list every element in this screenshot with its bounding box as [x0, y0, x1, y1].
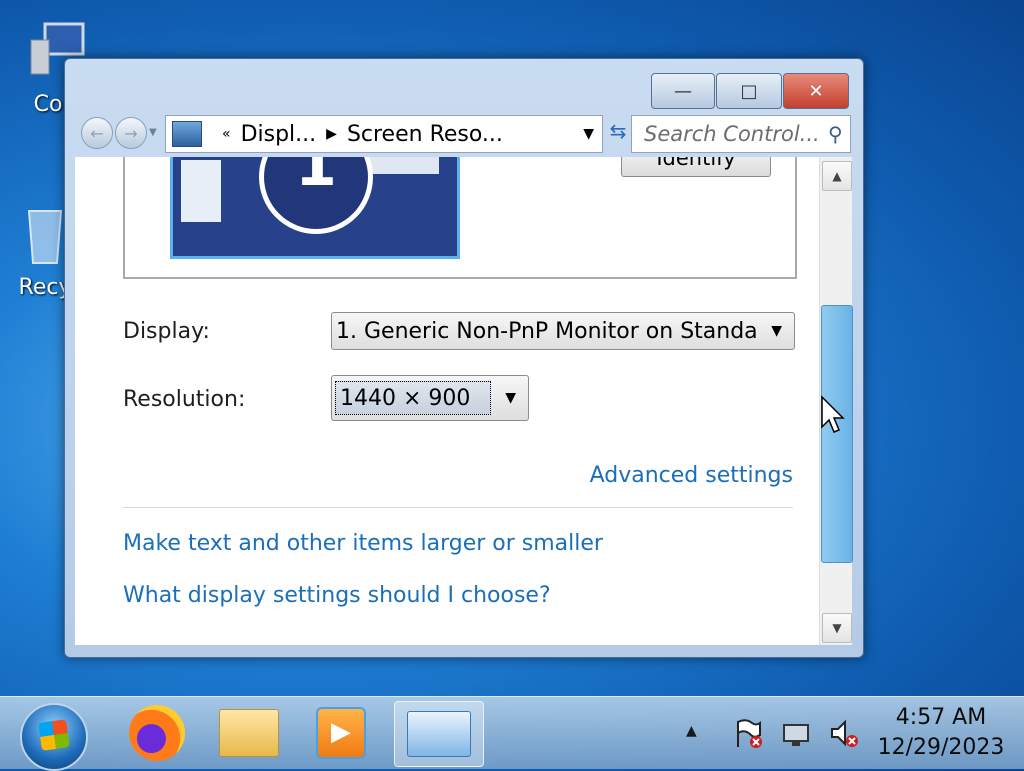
monitor-window-thumbnail	[369, 157, 439, 174]
search-input[interactable]	[642, 121, 826, 147]
forward-arrow-icon: →	[124, 123, 138, 143]
taskbar-windows-explorer[interactable]	[206, 701, 292, 765]
chevron-down-icon: ▼	[505, 390, 516, 406]
refresh-icon[interactable]: ⇆	[605, 119, 631, 145]
content-pane: 1 Identify Display: 1. Generic Non-PnP M…	[75, 157, 819, 645]
search-box[interactable]: ⚲	[631, 115, 851, 153]
firefox-icon	[129, 705, 185, 761]
windows-logo-icon	[38, 719, 70, 751]
show-hidden-icons-button[interactable]: ▲	[686, 723, 697, 739]
advanced-settings-link[interactable]: Advanced settings	[590, 463, 793, 488]
media-player-icon: ▶	[316, 707, 366, 759]
start-button[interactable]	[20, 703, 88, 771]
breadcrumb-display[interactable]: Displ...	[241, 122, 317, 147]
text-size-link[interactable]: Make text and other items larger or smal…	[123, 531, 603, 556]
maximize-button[interactable]: □	[716, 73, 782, 109]
action-center-flag-icon[interactable]	[732, 717, 764, 749]
forward-button[interactable]: →	[115, 117, 147, 149]
resolution-select[interactable]: 1440 × 900 ▼	[331, 375, 529, 421]
resolution-select-value: 1440 × 900	[335, 381, 491, 415]
screen-resolution-window: — □ ✕ ← → ▼ « Displ... ▶ Screen Reso... …	[64, 58, 864, 658]
scroll-up-button[interactable]: ▲	[822, 161, 852, 191]
close-button[interactable]: ✕	[783, 73, 849, 109]
monitor-window-thumbnail	[181, 160, 221, 222]
scroll-down-button[interactable]: ▼	[822, 613, 852, 643]
search-icon[interactable]: ⚲	[828, 122, 843, 146]
breadcrumb-screen-resolution[interactable]: Screen Reso...	[347, 122, 503, 147]
divider	[123, 507, 793, 508]
taskbar-control-panel[interactable]	[394, 701, 484, 767]
breadcrumb-separator-icon[interactable]: ▶	[326, 126, 337, 142]
minimize-button[interactable]: —	[651, 73, 715, 109]
folder-icon	[219, 709, 279, 757]
address-dropdown-icon[interactable]: ▼	[583, 126, 594, 142]
resolution-label: Resolution:	[123, 387, 246, 412]
display-help-link[interactable]: What display settings should I choose?	[123, 583, 551, 608]
close-icon: ✕	[808, 80, 824, 102]
minimize-icon: —	[674, 80, 692, 102]
back-arrow-icon: ←	[90, 123, 104, 143]
chevron-down-icon: ▼	[832, 621, 842, 635]
address-bar[interactable]: « Displ... ▶ Screen Reso... ▼	[165, 115, 603, 153]
taskbar-firefox[interactable]	[114, 701, 200, 765]
monitor-number: 1	[259, 157, 373, 234]
display-label: Display:	[123, 319, 210, 344]
chevron-down-icon: ▼	[771, 323, 782, 339]
taskbar-media-player[interactable]: ▶	[298, 701, 384, 765]
identify-button[interactable]: Identify	[621, 157, 771, 177]
network-icon[interactable]	[780, 717, 812, 749]
overflow-chevron-icon[interactable]: «	[222, 126, 231, 142]
clock-date: 12/29/2023	[877, 735, 1005, 760]
chevron-up-icon: ▲	[832, 169, 842, 183]
recent-pages-dropdown[interactable]: ▼	[149, 127, 157, 138]
maximize-icon: □	[740, 80, 758, 102]
taskbar: ▶ ▲ 4:57 AM 12/29/2023	[0, 696, 1024, 771]
back-button[interactable]: ←	[81, 117, 113, 149]
system-clock[interactable]: 4:57 AM 12/29/2023	[876, 703, 1006, 763]
volume-muted-icon[interactable]	[828, 717, 860, 749]
mouse-pointer-icon	[821, 395, 845, 433]
navigation-bar: ← → ▼ « Displ... ▶ Screen Reso... ▼ ⇆ ⚲	[79, 113, 851, 153]
control-panel-icon	[407, 711, 471, 757]
clock-time: 4:57 AM	[895, 705, 987, 730]
display-select[interactable]: 1. Generic Non-PnP Monitor on Standar ▼	[331, 312, 795, 350]
display-select-value: 1. Generic Non-PnP Monitor on Standar	[336, 318, 756, 344]
control-panel-icon	[172, 121, 202, 147]
monitor-1-preview[interactable]: 1	[170, 157, 460, 259]
